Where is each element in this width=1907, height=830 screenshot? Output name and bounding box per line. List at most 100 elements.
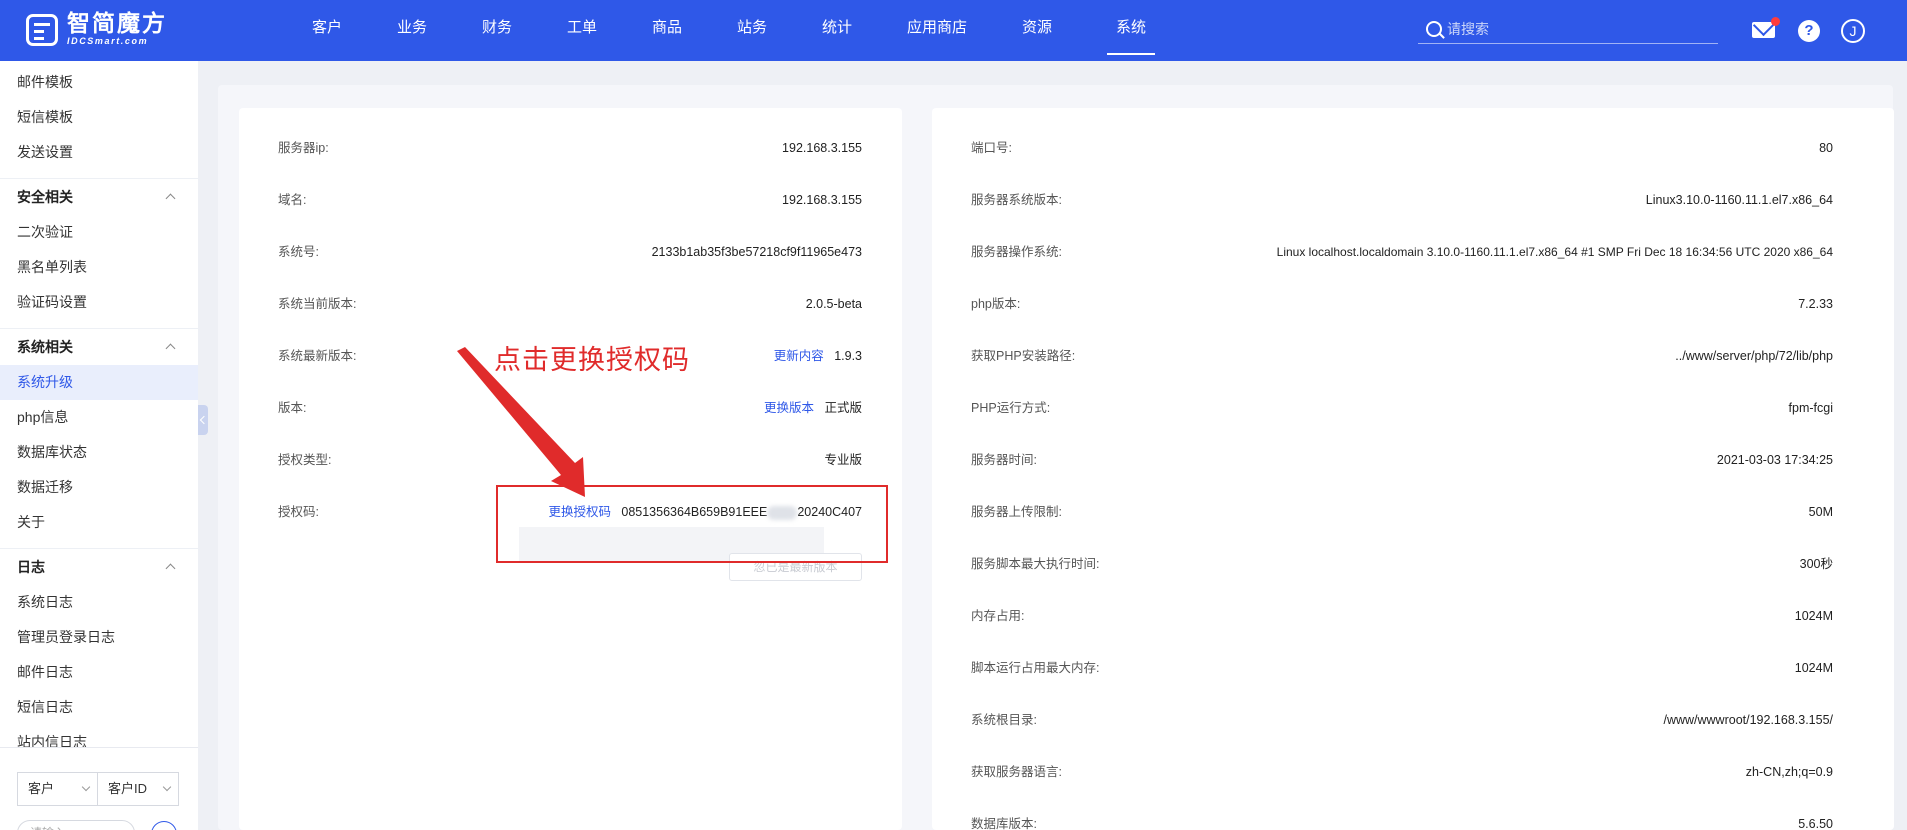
notification-dot [1771, 17, 1780, 26]
search-icon[interactable] [1426, 20, 1442, 37]
sidebar-item-email-template[interactable]: 邮件模板 [0, 65, 198, 100]
row-value: 正式版 [824, 401, 862, 415]
change-edition-link[interactable]: 更换版本 [764, 401, 814, 415]
nav-item-finance[interactable]: 财务 [482, 0, 512, 61]
row-label: 获取PHP安装路径: [971, 349, 1076, 363]
info-row-port: 端口号: 80 [971, 138, 1833, 158]
row-label: 系统号: [278, 245, 319, 259]
filter-input[interactable]: 请输入 [17, 820, 135, 830]
row-value: 192.168.3.155 [782, 193, 862, 207]
annotation-arrow [457, 347, 585, 497]
row-label: 系统最新版本: [278, 349, 357, 363]
sidebar-item-system-upgrade[interactable]: 系统升级 [0, 365, 198, 400]
row-value: 192.168.3.155 [782, 141, 862, 155]
nav-item-business[interactable]: 业务 [397, 0, 427, 61]
sidebar-item-php-info[interactable]: php信息 [0, 400, 198, 435]
search-bar [1418, 14, 1718, 44]
nav-item-statistics[interactable]: 统计 [822, 0, 852, 61]
row-label: 版本: [278, 401, 307, 415]
nav-item-customers[interactable]: 客户 [312, 0, 342, 61]
customer-type-select[interactable]: 客户 [17, 772, 98, 806]
sidebar-group-label: 系统相关 [17, 339, 73, 355]
row-value: zh-CN,zh;q=0.9 [1745, 765, 1833, 779]
logo-subtitle: IDCSmart.com [67, 36, 149, 46]
main-nav: 客户 业务 财务 工单 商品 站务 统计 应用商店 资源 系统 [312, 0, 1155, 61]
customer-id-select[interactable]: 客户ID [97, 772, 179, 806]
row-label: 域名: [278, 193, 307, 207]
nav-item-system[interactable]: 系统 [1107, 0, 1155, 61]
row-value: 专业版 [824, 453, 862, 467]
sidebar-item-sms-log[interactable]: 短信日志 [0, 690, 198, 725]
row-label: php版本: [971, 297, 1021, 311]
sidebar-item-2fa[interactable]: 二次验证 [0, 215, 198, 250]
sidebar-group-label: 日志 [17, 559, 45, 575]
info-row-php-version: php版本: 7.2.33 [971, 294, 1833, 314]
row-label: 内存占用: [971, 609, 1025, 623]
row-label: 系统当前版本: [278, 297, 357, 311]
nav-item-products[interactable]: 商品 [652, 0, 682, 61]
row-value: 1024M [1794, 609, 1833, 623]
sidebar-item-admin-login-log[interactable]: 管理员登录日志 [0, 620, 198, 655]
row-label: 授权码: [278, 505, 319, 519]
info-row-server-language: 获取服务器语言: zh-CN,zh;q=0.9 [971, 762, 1833, 782]
row-value: Linux3.10.0-1160.11.1.el7.x86_64 [1645, 193, 1833, 207]
search-input[interactable] [1447, 20, 1707, 37]
nav-item-app-store[interactable]: 应用商店 [907, 0, 967, 61]
sidebar-item-captcha-settings[interactable]: 验证码设置 [0, 285, 198, 320]
info-row-current-version: 系统当前版本: 2.0.5-beta [278, 294, 862, 314]
select-value: 客户ID [108, 781, 148, 796]
chevron-down-icon [81, 782, 91, 792]
row-value: 1024M [1794, 661, 1833, 675]
sidebar-group-log[interactable]: 日志 [0, 548, 198, 585]
row-value: 300秒 [1799, 557, 1833, 571]
sidebar-item-data-migration[interactable]: 数据迁移 [0, 470, 198, 505]
sidebar-collapse-handle[interactable] [198, 405, 208, 435]
row-value: 80 [1819, 141, 1833, 155]
info-row-max-memory: 脚本运行占用最大内存: 1024M [971, 658, 1833, 678]
sidebar-item-db-status[interactable]: 数据库状态 [0, 435, 198, 470]
chevron-up-icon [165, 193, 176, 204]
info-row-max-exec-time: 服务脚本最大执行时间: 300秒 [971, 554, 1833, 574]
sidebar-item-blacklist[interactable]: 黑名单列表 [0, 250, 198, 285]
row-value: fpm-fcgi [1788, 401, 1833, 415]
row-value: ../www/server/php/72/lib/php [1675, 349, 1833, 363]
row-label: 服务脚本最大执行时间: [971, 557, 1100, 571]
row-value: 2021-03-03 17:34:25 [1716, 453, 1833, 467]
sidebar-group-system[interactable]: 系统相关 [0, 328, 198, 365]
logo-icon [26, 13, 58, 46]
row-label: 脚本运行占用最大内存: [971, 661, 1100, 675]
info-row-root-dir: 系统根目录: /www/wwwroot/192.168.3.155/ [971, 710, 1833, 730]
info-row-server-os: 服务器操作系统: Linux localhost.localdomain 3.1… [971, 242, 1833, 262]
nav-item-tickets[interactable]: 工单 [567, 0, 597, 61]
sidebar-item-about[interactable]: 关于 [0, 505, 198, 540]
top-navbar: 智简魔方 IDCSmart.com 客户 业务 财务 工单 商品 站务 统计 应… [0, 0, 1907, 61]
info-row-upload-limit: 服务器上传限制: 50M [971, 502, 1833, 522]
row-value: 7.2.33 [1798, 297, 1833, 311]
row-label: 获取服务器语言: [971, 765, 1062, 779]
select-value: 客户 [28, 781, 55, 796]
logo[interactable]: 智简魔方 IDCSmart.com [26, 12, 167, 47]
sidebar-group-security[interactable]: 安全相关 [0, 178, 198, 215]
filter-search-button[interactable] [151, 821, 177, 830]
sidebar-item-send-settings[interactable]: 发送设置 [0, 135, 198, 170]
help-icon[interactable]: ? [1798, 20, 1820, 42]
row-label: PHP运行方式: [971, 401, 1051, 415]
row-value: 2.0.5-beta [805, 297, 862, 311]
row-value: 2133b1ab35f3be57218cf9f11965e473 [651, 245, 862, 259]
row-label: 服务器操作系统: [971, 245, 1062, 259]
info-row-memory-usage: 内存占用: 1024M [971, 606, 1833, 626]
nav-item-resources[interactable]: 资源 [1022, 0, 1052, 61]
chevron-up-icon [165, 563, 176, 574]
annotation-highlight-box [496, 485, 888, 563]
row-label: 端口号: [971, 141, 1012, 155]
sidebar-item-sms-template[interactable]: 短信模板 [0, 100, 198, 135]
sidebar-item-system-log[interactable]: 系统日志 [0, 585, 198, 620]
row-label: 服务器上传限制: [971, 505, 1062, 519]
info-row-system-id: 系统号: 2133b1ab35f3be57218cf9f11965e473 [278, 242, 862, 262]
mail-icon[interactable] [1752, 17, 1780, 38]
nav-item-site-affairs[interactable]: 站务 [737, 0, 767, 61]
user-avatar[interactable]: J [1841, 19, 1865, 43]
row-value: /www/wwwroot/192.168.3.155/ [1663, 713, 1833, 727]
changelog-link[interactable]: 更新内容 [774, 349, 824, 363]
sidebar-item-email-log[interactable]: 邮件日志 [0, 655, 198, 690]
